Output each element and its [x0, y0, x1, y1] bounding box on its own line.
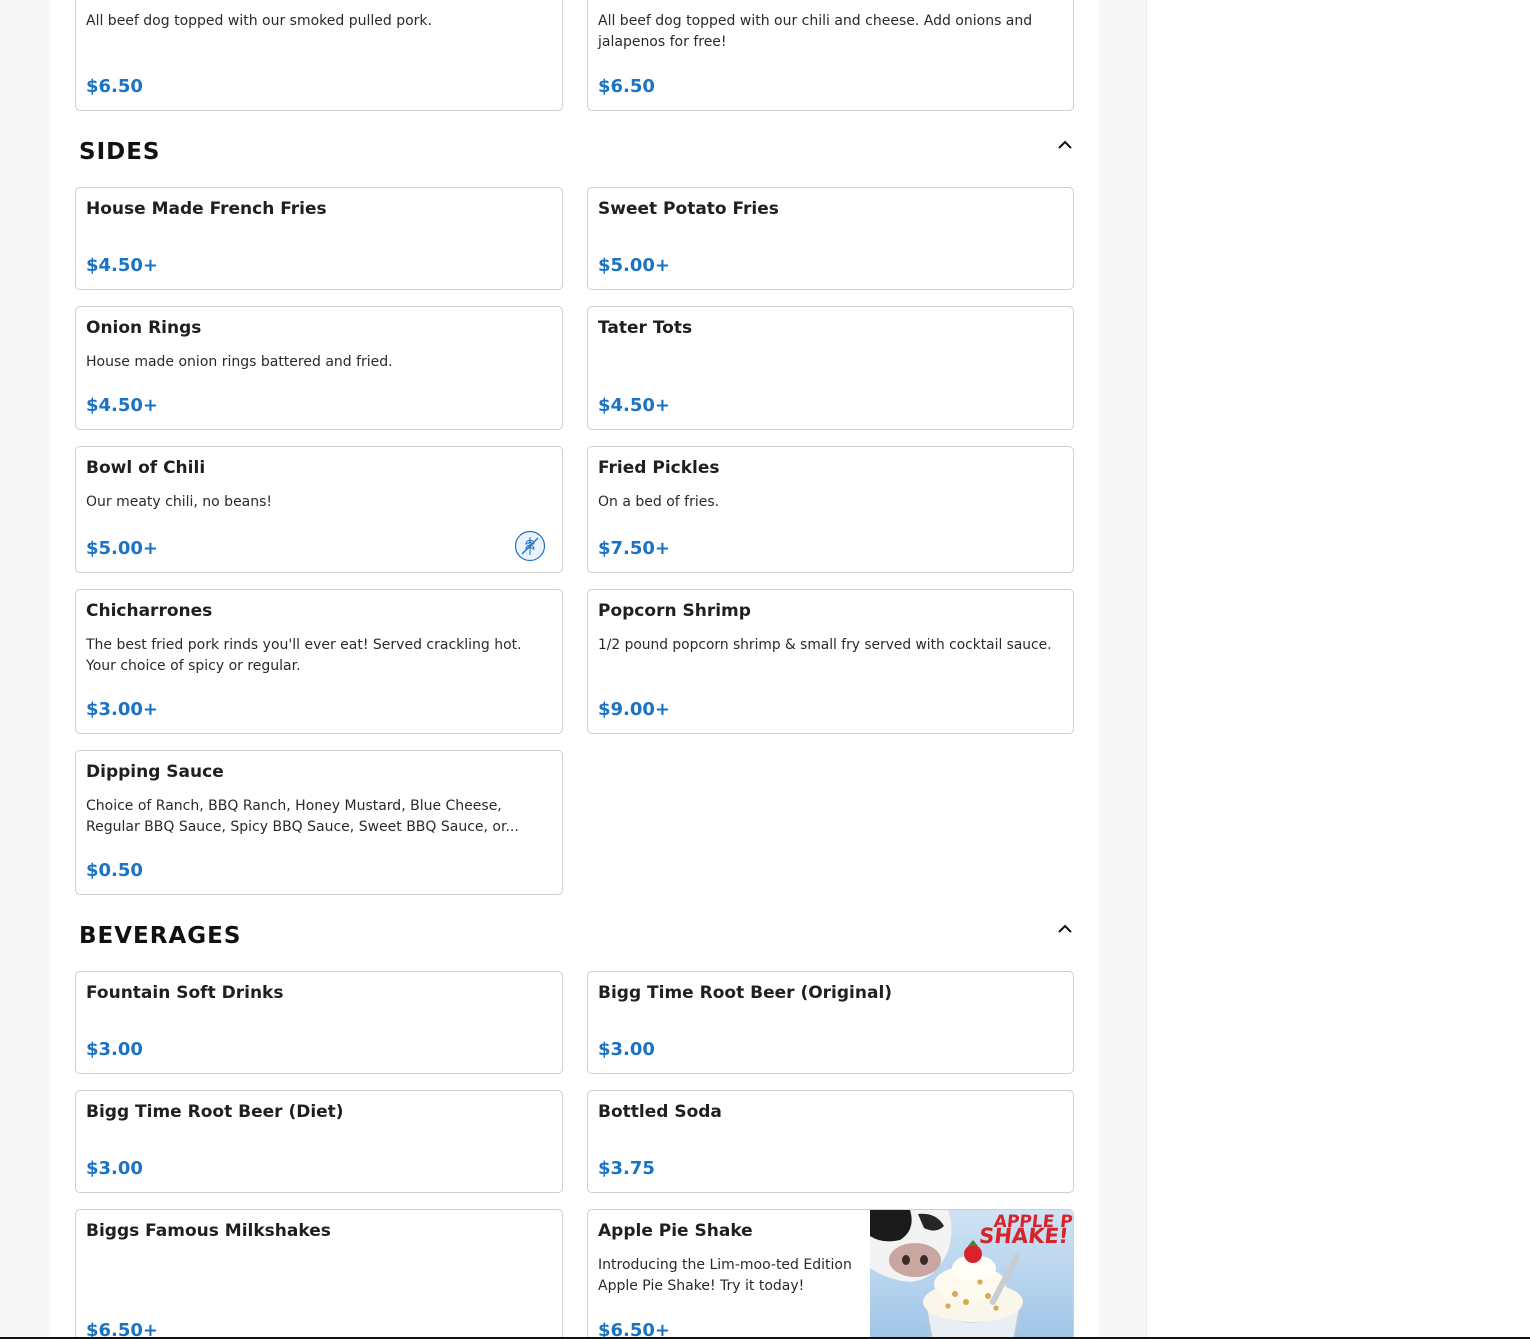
item-price: $4.50+	[86, 255, 159, 276]
menu-item-card[interactable]: Bigg Time Root Beer (Diet) $3.00	[75, 1090, 563, 1193]
menu-item-card[interactable]: All beef dog topped with our smoked pull…	[75, 0, 563, 111]
menu-item-card[interactable]: Apple Pie Shake Introducing the Lim-moo-…	[587, 1209, 1074, 1339]
menu-item-card[interactable]: Fountain Soft Drinks $3.00	[75, 971, 563, 1074]
item-price: $5.00+	[86, 538, 159, 559]
item-name: Popcorn Shrimp	[598, 601, 751, 621]
menu-item-card[interactable]: Biggs Famous Milkshakes $6.50+	[75, 1209, 563, 1339]
right-panel	[1146, 0, 1530, 1339]
chevron-up-icon[interactable]	[1057, 139, 1073, 151]
item-description: On a bed of fries.	[598, 494, 720, 510]
item-description: All beef dog topped with our smoked pull…	[86, 13, 432, 29]
item-description: Our meaty chili, no beans!	[86, 494, 273, 510]
menu-item-card[interactable]: All beef dog topped with our chili and c…	[587, 0, 1074, 111]
item-price: $5.00+	[598, 255, 671, 276]
menu-item-card[interactable]: Onion Rings House made onion rings batte…	[75, 306, 563, 430]
apple-pie-shake-image: APPLE PIE SHAKE!	[870, 1210, 1073, 1339]
item-name: Fried Pickles	[598, 458, 720, 478]
item-name: House Made French Fries	[86, 199, 327, 219]
menu-item-card[interactable]: Bowl of Chili Our meaty chili, no beans!…	[75, 446, 563, 573]
item-name: Biggs Famous Milkshakes	[86, 1221, 331, 1241]
gluten-free-icon	[514, 530, 546, 562]
item-price: $4.50+	[86, 395, 159, 416]
menu-item-card[interactable]: Bottled Soda $3.75	[587, 1090, 1074, 1193]
item-price: $3.00+	[86, 699, 159, 720]
item-name: Onion Rings	[86, 318, 202, 338]
item-name: Bottled Soda	[598, 1102, 722, 1122]
chevron-up-icon[interactable]	[1057, 923, 1073, 935]
item-price: $3.75	[598, 1158, 655, 1179]
menu-item-card[interactable]: Popcorn Shrimp 1/2 pound popcorn shrimp …	[587, 589, 1074, 734]
menu-item-card[interactable]: House Made French Fries $4.50+	[75, 187, 563, 290]
item-name: Tater Tots	[598, 318, 693, 338]
item-price: $3.00	[86, 1158, 143, 1179]
item-price: $3.00	[86, 1039, 143, 1060]
menu-item-card[interactable]: Tater Tots $4.50+	[587, 306, 1074, 430]
menu-item-card[interactable]: Bigg Time Root Beer (Original) $3.00	[587, 971, 1074, 1074]
item-description: Choice of Ranch, BBQ Ranch, Honey Mustar…	[86, 798, 519, 835]
page: All beef dog topped with our smoked pull…	[0, 0, 1530, 1339]
item-description: House made onion rings battered and frie…	[86, 354, 393, 370]
item-price: $0.50	[86, 860, 143, 881]
item-price: $6.50	[86, 76, 143, 97]
item-price: $6.50	[598, 76, 655, 97]
item-description: The best fried pork rinds you'll ever ea…	[86, 637, 522, 674]
item-price: $9.00+	[598, 699, 671, 720]
item-name: Apple Pie Shake	[598, 1221, 753, 1241]
item-description: All beef dog topped with our chili and c…	[598, 13, 1033, 50]
item-name: Dipping Sauce	[86, 762, 224, 782]
item-price: $3.00	[598, 1039, 655, 1060]
item-name: Bigg Time Root Beer (Original)	[598, 983, 893, 1003]
menu-item-card[interactable]: Chicharrones The best fried pork rinds y…	[75, 589, 563, 734]
item-name: Chicharrones	[86, 601, 213, 621]
menu-item-card[interactable]: Sweet Potato Fries $5.00+	[587, 187, 1074, 290]
item-name: Bigg Time Root Beer (Diet)	[86, 1102, 344, 1122]
item-description: 1/2 pound popcorn shrimp & small fry ser…	[598, 637, 1052, 653]
item-name: Bowl of Chili	[86, 458, 206, 478]
item-price: $7.50+	[598, 538, 671, 559]
section-title-sides: SIDES	[79, 139, 161, 165]
menu-item-card[interactable]: Dipping Sauce Choice of Ranch, BBQ Ranch…	[75, 750, 563, 895]
item-name: Fountain Soft Drinks	[86, 983, 284, 1003]
item-price: $4.50+	[598, 395, 671, 416]
menu-item-card[interactable]: Fried Pickles On a bed of fries. $7.50+	[587, 446, 1074, 573]
svg-text:SHAKE!: SHAKE!	[978, 1223, 1070, 1248]
item-name: Sweet Potato Fries	[598, 199, 779, 219]
section-title-beverages: BEVERAGES	[79, 923, 242, 949]
item-description: Introducing the Lim-moo-ted Edition Appl…	[598, 1257, 852, 1294]
